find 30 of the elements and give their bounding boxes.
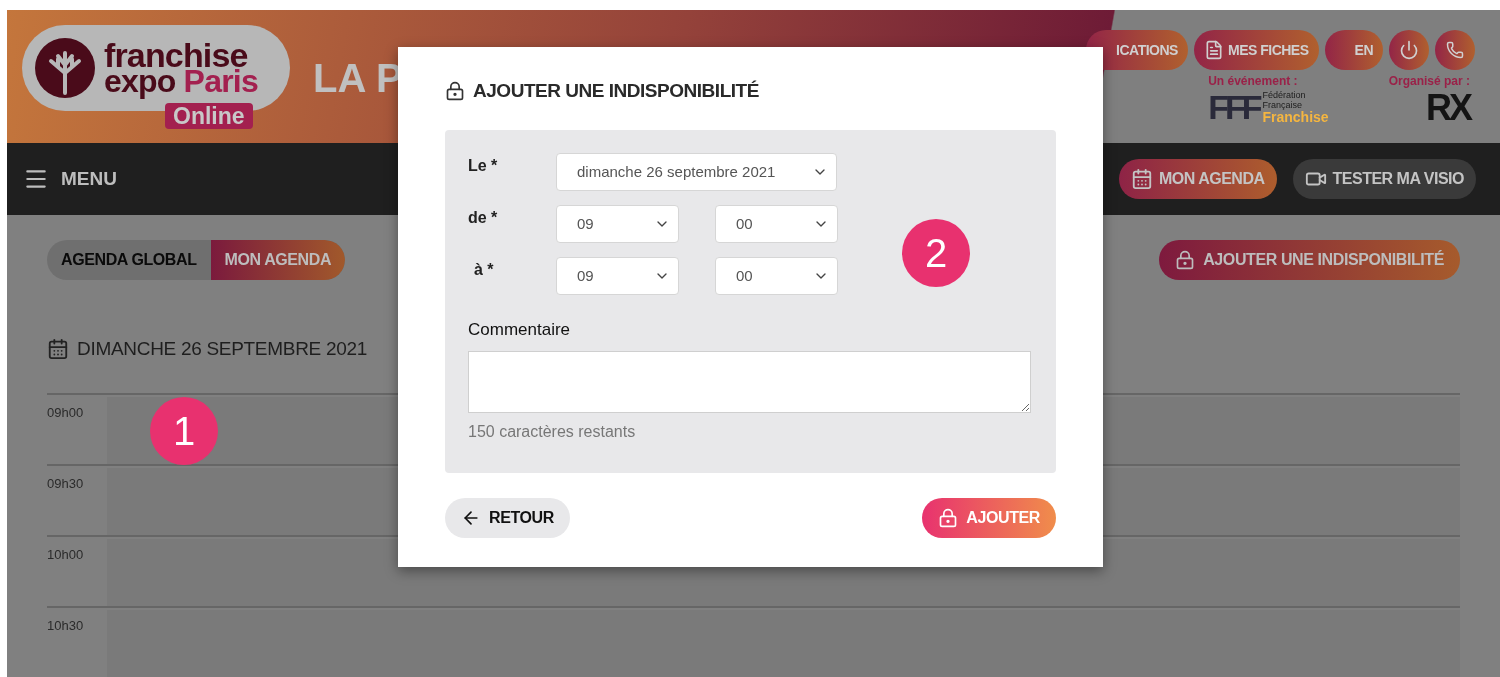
date-heading: DIMANCHE 26 SEPTEMBRE 2021	[77, 336, 367, 361]
nav-button[interactable]: TESTER MA VISIO	[1292, 158, 1476, 199]
dialog-title: AJOUTER UNE INDISPONIBILITÉ	[473, 78, 759, 103]
header-button[interactable]: ICATIONS	[1086, 30, 1188, 70]
dropdown-select[interactable]: 09	[556, 257, 679, 295]
sheets-button[interactable]: MES FICHES	[1193, 30, 1319, 70]
menu-button[interactable]: MENU	[23, 164, 117, 194]
dropdown-select[interactable]: 09	[556, 205, 679, 243]
time-label: 10h30	[47, 617, 85, 635]
partner-caption: Un événement :	[1208, 73, 1298, 90]
field-label: Le *	[468, 156, 499, 176]
nav-button[interactable]: MON AGENDA	[1119, 158, 1277, 199]
time-label: 09h00	[47, 404, 85, 422]
characters-remaining: 150 caractères restants	[468, 421, 636, 442]
header-button[interactable]: EN	[1324, 30, 1383, 70]
partner-caption: Organisé par :	[1388, 73, 1470, 90]
franchise-expo-logo: franchise expo Paris Online	[22, 25, 290, 131]
field-label: à *	[473, 260, 495, 280]
comment-label: Commentaire	[468, 319, 571, 341]
dropdown-select[interactable]: 00	[715, 257, 838, 295]
time-label: 10h00	[47, 546, 85, 564]
agenda-tab[interactable]: MON AGENDA	[210, 239, 346, 280]
field-label: de *	[468, 208, 499, 228]
time-label: 09h30	[47, 475, 85, 493]
add-unavailability-button[interactable]: AJOUTER UNE INDISPONIBILITÉ	[1159, 239, 1460, 280]
organizer-logo: RX	[1426, 90, 1470, 126]
dropdown-select[interactable]: dimanche 26 septembre 2021	[556, 153, 837, 191]
agenda-tab[interactable]: AGENDA GLOBAL	[47, 239, 211, 280]
dropdown-select[interactable]: 00	[715, 205, 838, 243]
back-button[interactable]: RETOUR	[445, 498, 570, 538]
